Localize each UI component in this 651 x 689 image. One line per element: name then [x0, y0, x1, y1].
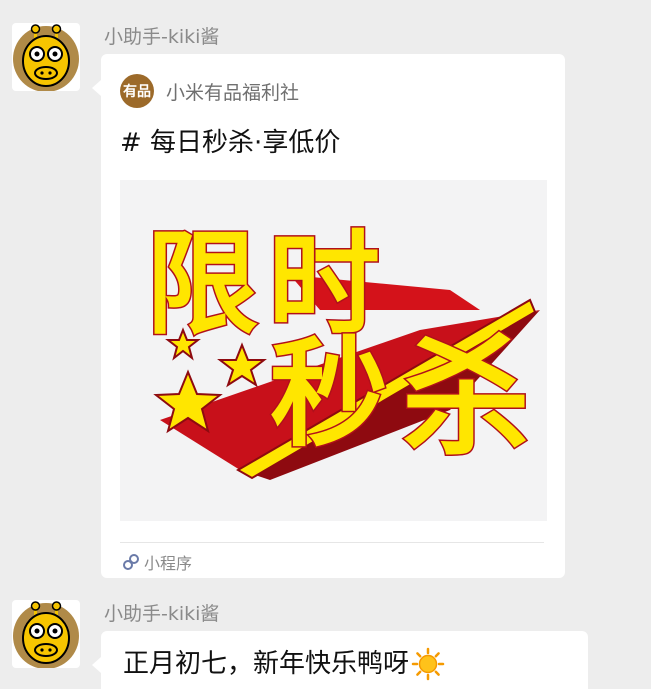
- sender-name: 小助手-kiki酱: [104, 603, 220, 625]
- mini-program-card[interactable]: 有品 小米有品福利社 # 每日秒杀·享低价 限 时 秒 杀 小程序: [92, 54, 565, 578]
- sender-avatar[interactable]: [12, 600, 80, 668]
- sun-icon: [411, 647, 445, 681]
- card-title: # 每日秒杀·享低价: [120, 128, 341, 158]
- message-text-row: 正月初七，新年快乐鸭呀: [123, 647, 445, 681]
- promo-image: 限 时 秒 杀: [120, 180, 547, 521]
- mini-program-label: 小程序: [144, 554, 193, 573]
- promo-char: 杀: [402, 324, 530, 473]
- flash-sale-graphic: 限 时 秒 杀: [145, 219, 540, 480]
- message-text: 正月初七，新年快乐鸭呀: [123, 649, 410, 679]
- sender-avatar[interactable]: [12, 23, 80, 91]
- card-source: 小米有品福利社: [166, 81, 300, 104]
- giraffe-avatar-icon: [13, 601, 79, 668]
- giraffe-avatar-icon: [13, 24, 79, 91]
- card-footer: 小程序: [122, 550, 192, 574]
- mini-program-icon: [123, 554, 139, 570]
- text-message-bubble[interactable]: 正月初七，新年快乐鸭呀: [92, 631, 588, 689]
- chat-area: 小助手-kiki酱 有品 小米有品福利社 # 每日秒杀·享低价 限 时 秒 杀 …: [0, 0, 651, 689]
- card-header: 有品 小米有品福利社: [120, 74, 299, 108]
- sender-name: 小助手-kiki酱: [104, 26, 220, 48]
- youpin-logo: 有品: [120, 74, 154, 108]
- promo-char: 秒: [270, 325, 388, 463]
- promo-char: 限: [146, 220, 258, 350]
- card-divider: [120, 542, 544, 543]
